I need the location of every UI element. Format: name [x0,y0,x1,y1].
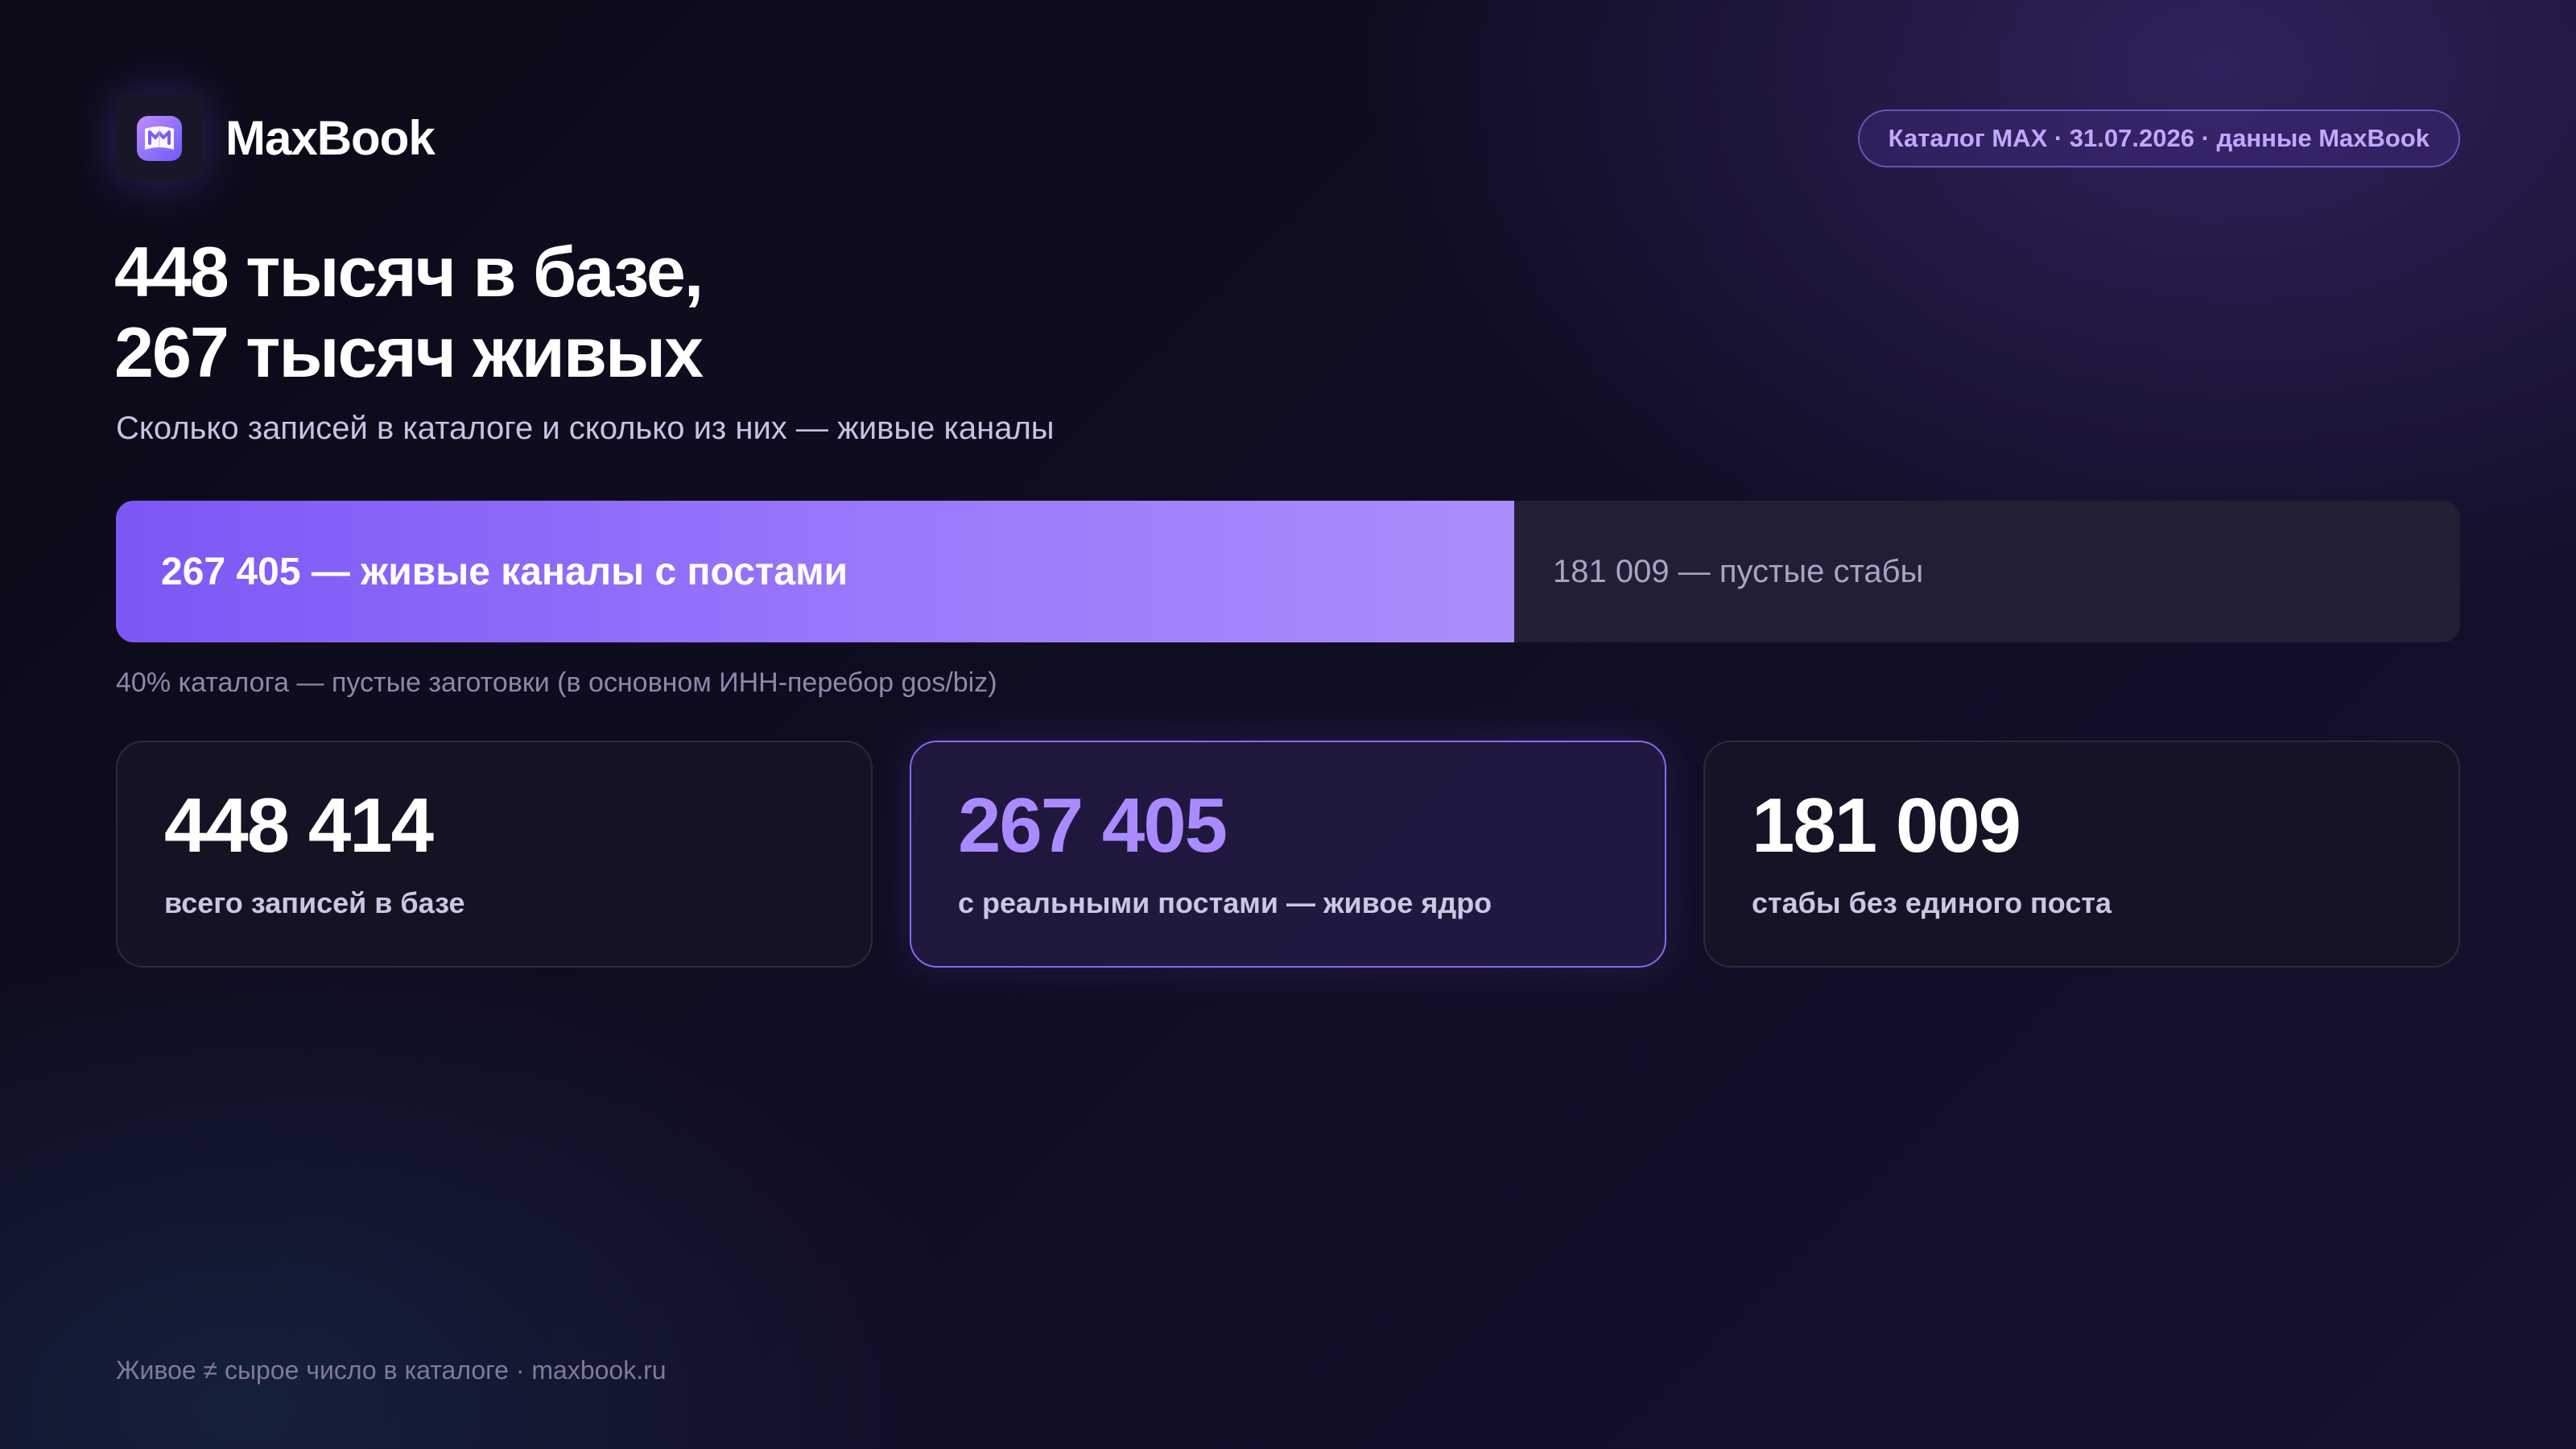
stat-card-stubs: 181 009 стабы без единого поста [1703,741,2460,968]
page-title: 448 тысяч в базе, 267 тысяч живых [114,232,704,393]
stat-label: стабы без единого поста [1752,886,2112,919]
app-logo [116,95,203,182]
title-line-2: 267 тысяч живых [114,312,704,392]
page-subtitle: Сколько записей в каталоге и сколько из … [116,411,1055,446]
empty-share-note: 40% каталога — пустые заготовки (в основ… [116,667,997,698]
title-line-1: 448 тысяч в базе, [114,232,704,312]
stat-value: 448 414 [164,782,434,869]
catalog-split-bar: 267 405 — живые каналы с постами 181 009… [116,501,2460,642]
stat-cards: 448 414 всего записей в базе 267 405 с р… [116,741,2460,968]
live-channels-label: 267 405 — живые каналы с постами [161,550,848,593]
stat-card-total: 448 414 всего записей в базе [116,741,873,968]
empty-stubs-label: 181 009 — пустые стабы [1553,553,1924,589]
stat-label: всего записей в базе [164,886,465,919]
live-channels-segment: 267 405 — живые каналы с постами [116,501,1514,642]
catalog-date-badge: Каталог MAX · 31.07.2026 · данные MaxBoo… [1857,109,2460,167]
stat-card-live: 267 405 с реальными постами — живое ядро [910,741,1666,968]
brand-name: MaxBook [225,111,436,165]
stat-label: с реальными постами — живое ядро [958,886,1492,919]
stat-value: 181 009 [1752,782,2021,869]
slide: MaxBook Каталог MAX · 31.07.2026 · данны… [0,0,2576,1449]
footer-note: Живое ≠ сырое число в каталоге · maxbook… [116,1356,667,1385]
maxbook-logo-icon [137,116,182,161]
stat-value: 267 405 [958,782,1228,869]
